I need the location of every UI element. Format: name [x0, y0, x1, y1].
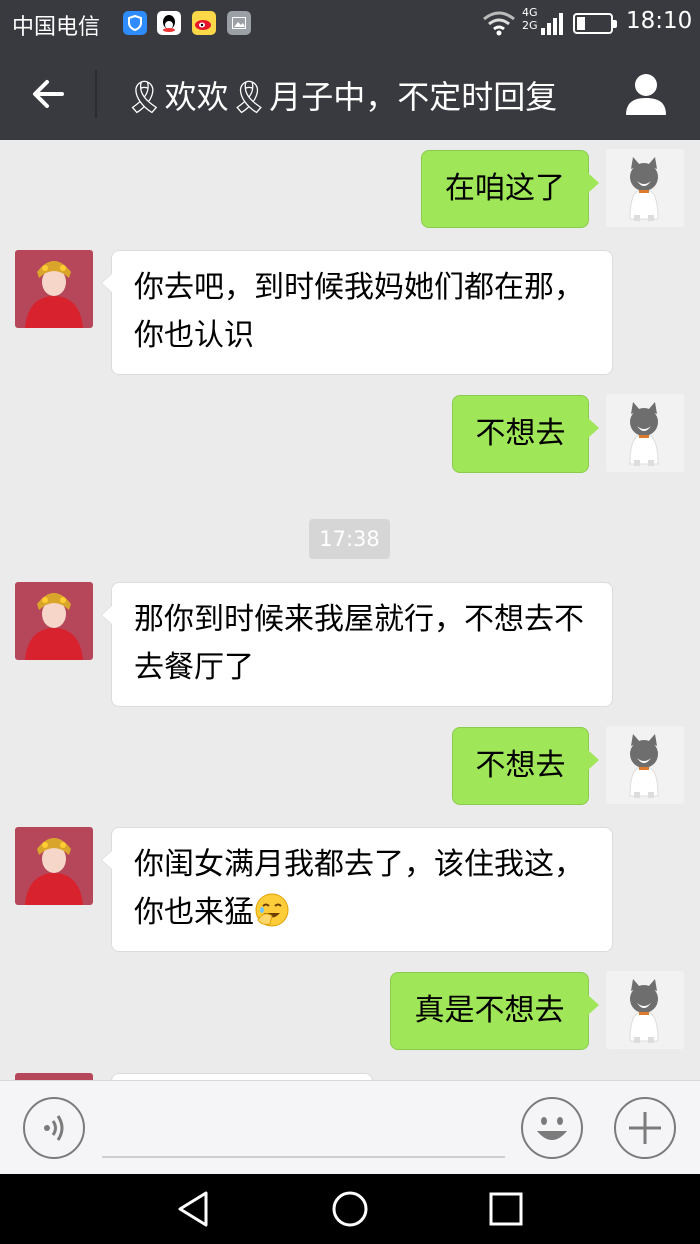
message-input[interactable]	[102, 1156, 505, 1158]
triangle-back-icon[interactable]	[174, 1189, 214, 1229]
contact-avatar[interactable]	[15, 827, 93, 905]
weibo-icon	[192, 11, 216, 35]
incoming-message[interactable]: 你去吧，到时候我妈她们都在那， 你也认识	[101, 250, 613, 375]
cat-avatar-image	[606, 971, 684, 1049]
outgoing-message[interactable]: 不想去	[452, 727, 599, 805]
network-type: 4G 2G	[522, 6, 538, 32]
time-divider: 17:38	[309, 519, 390, 559]
person-icon[interactable]	[624, 72, 668, 116]
chat-header: 🎗欢欢🎗月子中，不定时回复	[0, 48, 700, 140]
signal-bars-icon	[541, 13, 563, 35]
message-line: 你也来猛	[134, 889, 590, 937]
message-line: 那你到时候来我屋就行，不想去不	[134, 602, 584, 637]
message-text: 不想去	[475, 748, 566, 783]
bride-avatar-image	[15, 582, 93, 660]
message-list[interactable]: 在咱这了 你去吧，到时候我妈她们都在那， 你也认识 不想去 17:38 那你到时…	[0, 140, 700, 1080]
incoming-message-partial[interactable]	[111, 1073, 373, 1080]
my-avatar[interactable]	[606, 726, 684, 804]
message-text: 在咱这了	[445, 171, 565, 206]
security-shield-icon	[123, 11, 147, 35]
cat-avatar-image	[606, 726, 684, 804]
bride-avatar-image	[15, 250, 93, 328]
message-line: 你也认识	[134, 318, 254, 353]
message-line: 你去吧，到时候我妈她们都在那，	[134, 270, 584, 305]
chat-title: 🎗欢欢🎗月子中，不定时回复	[124, 78, 558, 116]
bride-avatar-image	[15, 827, 93, 905]
facepalm-laughing-emoji	[255, 893, 289, 927]
incoming-message[interactable]: 那你到时候来我屋就行，不想去不 去餐厅了	[101, 582, 613, 707]
status-clock: 18:10	[626, 8, 693, 34]
carrier-name: 中国电信	[12, 15, 101, 40]
outgoing-message[interactable]: 不想去	[452, 395, 599, 473]
emoji-button[interactable]	[521, 1097, 583, 1159]
network-type-bottom: 2G	[522, 19, 538, 32]
battery-icon	[573, 13, 617, 34]
voice-icon	[44, 1115, 64, 1141]
status-bar: 中国电信 4G 2G 18:10	[0, 0, 700, 48]
message-line: 去餐厅了	[134, 650, 254, 685]
contact-avatar[interactable]	[15, 1073, 93, 1080]
contact-avatar[interactable]	[15, 582, 93, 660]
message-line: 你闺女满月我都去了，该住我这，	[134, 847, 584, 882]
network-type-top: 4G	[522, 6, 538, 19]
cat-avatar-image	[606, 394, 684, 472]
battery-level	[577, 17, 585, 30]
message-text: 不想去	[475, 416, 566, 451]
message-text: 真是不想去	[414, 993, 565, 1028]
gallery-icon	[227, 11, 251, 35]
square-recents-icon[interactable]	[486, 1189, 526, 1229]
contact-avatar[interactable]	[15, 250, 93, 328]
input-bar	[0, 1080, 700, 1174]
cat-avatar-image	[606, 149, 684, 227]
bride-avatar-image	[15, 1073, 93, 1080]
message-line-text: 你也来猛	[134, 895, 254, 930]
incoming-message[interactable]: 你闺女满月我都去了，该住我这， 你也来猛	[101, 827, 613, 952]
header-divider	[95, 70, 97, 118]
wifi-icon	[483, 11, 515, 36]
voice-button[interactable]	[23, 1097, 85, 1159]
my-avatar[interactable]	[606, 149, 684, 227]
system-nav-bar	[0, 1174, 700, 1244]
plus-icon	[629, 1112, 661, 1144]
qq-penguin-icon	[157, 11, 181, 35]
arrow-left-icon[interactable]	[28, 74, 68, 114]
smiley-icon	[537, 1117, 567, 1140]
my-avatar[interactable]	[606, 971, 684, 1049]
my-avatar[interactable]	[606, 394, 684, 472]
more-button[interactable]	[614, 1097, 676, 1159]
outgoing-message[interactable]: 在咱这了	[421, 150, 599, 228]
outgoing-message[interactable]: 真是不想去	[390, 972, 599, 1050]
circle-home-icon[interactable]	[330, 1189, 370, 1229]
